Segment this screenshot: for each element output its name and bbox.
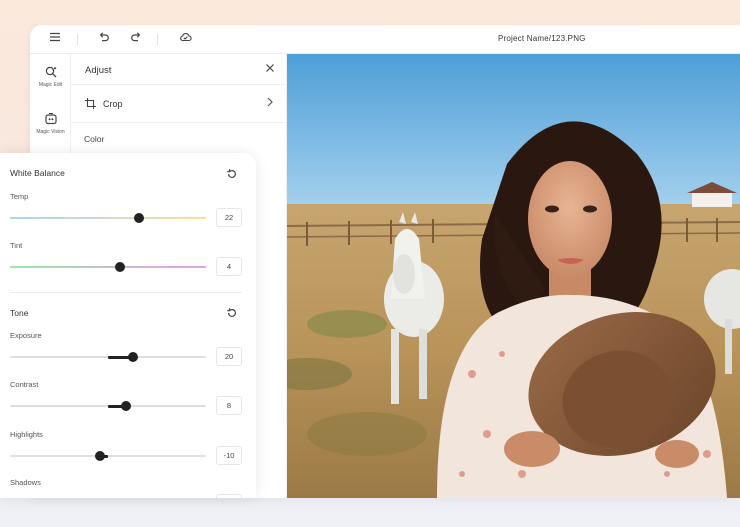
exposure-slider[interactable] bbox=[10, 352, 206, 362]
photo-canvas[interactable] bbox=[287, 54, 740, 498]
menu-icon[interactable] bbox=[47, 31, 63, 47]
crop-row[interactable]: Crop bbox=[71, 85, 287, 123]
temp-label: Temp bbox=[10, 192, 29, 201]
toolbar-divider bbox=[77, 34, 78, 45]
magic-edit-icon bbox=[44, 65, 58, 79]
tint-slider-knob[interactable] bbox=[114, 262, 125, 272]
temp-slider[interactable] bbox=[10, 213, 206, 223]
magic-vision-icon bbox=[44, 112, 58, 126]
contrast-label: Contrast bbox=[10, 380, 39, 389]
color-section-label: Color bbox=[84, 134, 105, 144]
toolbar-divider bbox=[157, 34, 158, 45]
crop-icon bbox=[84, 97, 98, 111]
reset-icon[interactable] bbox=[226, 306, 238, 318]
close-icon[interactable] bbox=[265, 62, 275, 75]
reset-icon[interactable] bbox=[226, 167, 238, 179]
adjust-header: Adjust bbox=[71, 54, 287, 85]
contrast-slider[interactable] bbox=[10, 401, 206, 411]
rail-item-magic-edit[interactable]: Magic Edit bbox=[30, 65, 71, 88]
exposure-value[interactable]: 20 bbox=[216, 347, 242, 366]
project-name: Project Name/123.PNG bbox=[498, 34, 586, 43]
contrast-slider-knob[interactable] bbox=[120, 401, 131, 411]
cloud-save-icon[interactable] bbox=[177, 31, 193, 47]
tint-label: Tint bbox=[10, 241, 23, 250]
tone-title: Tone bbox=[10, 308, 29, 318]
chevron-right-icon bbox=[266, 95, 274, 110]
temp-value[interactable]: 22 bbox=[216, 208, 242, 227]
redo-icon[interactable] bbox=[128, 31, 144, 47]
rail-item-label: Magic Edit bbox=[38, 82, 63, 88]
highlights-label: Highlights bbox=[10, 430, 43, 439]
tint-value[interactable]: 4 bbox=[216, 257, 242, 276]
white-balance-title: White Balance bbox=[10, 168, 65, 178]
tint-slider[interactable] bbox=[10, 262, 206, 272]
rail-item-magic-vision[interactable]: Magic Vision bbox=[30, 112, 71, 135]
highlights-slider-knob[interactable] bbox=[95, 451, 106, 461]
crop-label: Crop bbox=[103, 99, 123, 109]
undo-icon[interactable] bbox=[96, 31, 112, 47]
shadows-label: Shadows bbox=[10, 478, 41, 487]
exposure-slider-knob[interactable] bbox=[128, 352, 139, 362]
exposure-label: Exposure bbox=[10, 331, 42, 340]
shadows-value[interactable] bbox=[216, 494, 242, 498]
top-toolbar: Project Name/123.PNG bbox=[30, 25, 740, 54]
highlights-slider[interactable] bbox=[10, 451, 206, 461]
rail-item-label: Magic Vision bbox=[36, 129, 65, 135]
section-divider bbox=[10, 292, 242, 293]
portrait-photo bbox=[287, 54, 740, 498]
white-balance-panel: White Balance Temp 22 Tint 4 Tone Exposu… bbox=[0, 153, 256, 498]
highlights-value[interactable]: -10 bbox=[216, 446, 242, 465]
contrast-value[interactable]: 8 bbox=[216, 396, 242, 415]
page-footer-band bbox=[0, 498, 740, 527]
adjust-title: Adjust bbox=[85, 65, 112, 76]
temp-slider-knob[interactable] bbox=[134, 213, 145, 223]
